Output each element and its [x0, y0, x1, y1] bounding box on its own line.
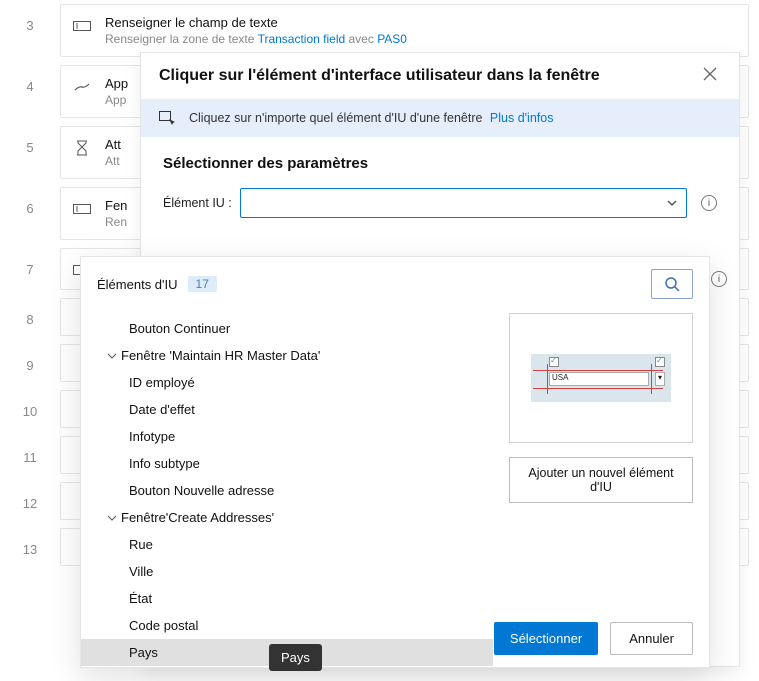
tree-item[interactable]: Infotype	[81, 423, 493, 450]
tree-item[interactable]: Code postal	[81, 612, 493, 639]
element-preview: USA ▾	[509, 313, 693, 443]
preview-checkbox	[655, 357, 665, 367]
chevron-down-icon	[107, 513, 117, 523]
step-subtitle: App	[105, 93, 128, 107]
preview-dropdown: ▾	[655, 372, 665, 386]
textbox-icon	[73, 200, 91, 218]
step-subtitle: Att	[105, 154, 121, 168]
cursor-icon	[73, 78, 91, 96]
step-link[interactable]: PAS0	[377, 32, 407, 46]
textbox-icon	[73, 17, 91, 35]
ui-elements-tree[interactable]: Bouton Continuer Fenêtre 'Maintain HR Ma…	[81, 311, 493, 667]
ui-elements-popup: Éléments d'IU 17 i Bouton Continuer Fenê…	[80, 256, 710, 668]
step-number: 6	[0, 183, 60, 216]
step-title: Att	[105, 137, 121, 152]
step-title: Fen	[105, 198, 127, 213]
chevron-down-icon	[107, 351, 117, 361]
tree-item[interactable]: Info subtype	[81, 450, 493, 477]
step-number: 13	[0, 524, 60, 557]
step-card-fill-text[interactable]: Renseigner le champ de texte Renseigner …	[60, 4, 749, 57]
step-number: 4	[0, 61, 60, 94]
step-title: Renseigner le champ de texte	[105, 15, 407, 30]
ui-element-select[interactable]	[240, 188, 687, 218]
hourglass-icon	[73, 139, 91, 157]
info-bar: Cliquez sur n'importe quel élément d'IU …	[141, 99, 739, 137]
search-button[interactable]	[651, 269, 693, 299]
info-icon[interactable]: i	[701, 195, 717, 211]
tree-item[interactable]: ID employé	[81, 369, 493, 396]
step-subtitle: Ren	[105, 215, 127, 229]
info-text: Cliquez sur n'importe quel élément d'IU …	[189, 111, 482, 125]
element-count-badge: 17	[188, 276, 217, 292]
picker-icon	[159, 111, 177, 125]
dialog-title: Cliquer sur l'élément d'interface utilis…	[159, 67, 703, 85]
tree-item[interactable]: Ville	[81, 558, 493, 585]
tree-item[interactable]: Rue	[81, 531, 493, 558]
tree-item[interactable]: Bouton Nouvelle adresse	[81, 477, 493, 504]
select-button[interactable]: Sélectionner	[494, 622, 598, 655]
step-title: App	[105, 76, 128, 91]
cancel-button[interactable]: Annuler	[610, 622, 693, 655]
step-number: 7	[0, 244, 60, 277]
tree-parent-maintain-hr[interactable]: Fenêtre 'Maintain HR Master Data'	[81, 342, 493, 369]
tooltip: Pays	[269, 644, 322, 671]
step-subtitle: Renseigner la zone de texte Transaction …	[105, 32, 407, 46]
chevron-down-icon	[666, 197, 678, 209]
preview-checkbox	[549, 357, 559, 367]
step-number: 5	[0, 122, 60, 155]
step-number: 3	[0, 0, 60, 33]
add-ui-element-button[interactable]: Ajouter un nouvel élément d'IU	[509, 457, 693, 503]
step-number: 11	[0, 432, 60, 465]
step-number: 8	[0, 294, 60, 327]
step-number: 12	[0, 478, 60, 511]
section-label: Sélectionner des paramètres	[141, 137, 739, 182]
close-icon[interactable]	[703, 67, 721, 85]
param-label-ui-element: Élément IU :	[163, 196, 232, 210]
step-number: 10	[0, 386, 60, 419]
step-link[interactable]: Transaction field	[258, 32, 346, 46]
popup-label: Éléments d'IU	[97, 277, 178, 292]
step-number: 9	[0, 340, 60, 373]
preview-field: USA	[549, 372, 649, 386]
tree-parent-create-addresses[interactable]: Fenêtre'Create Addresses'	[81, 504, 493, 531]
info-icon[interactable]: i	[711, 271, 727, 287]
tree-item[interactable]: Bouton Continuer	[81, 315, 493, 342]
more-info-link[interactable]: Plus d'infos	[490, 111, 554, 125]
tree-item[interactable]: Date d'effet	[81, 396, 493, 423]
tree-item[interactable]: État	[81, 585, 493, 612]
search-icon	[664, 276, 680, 292]
